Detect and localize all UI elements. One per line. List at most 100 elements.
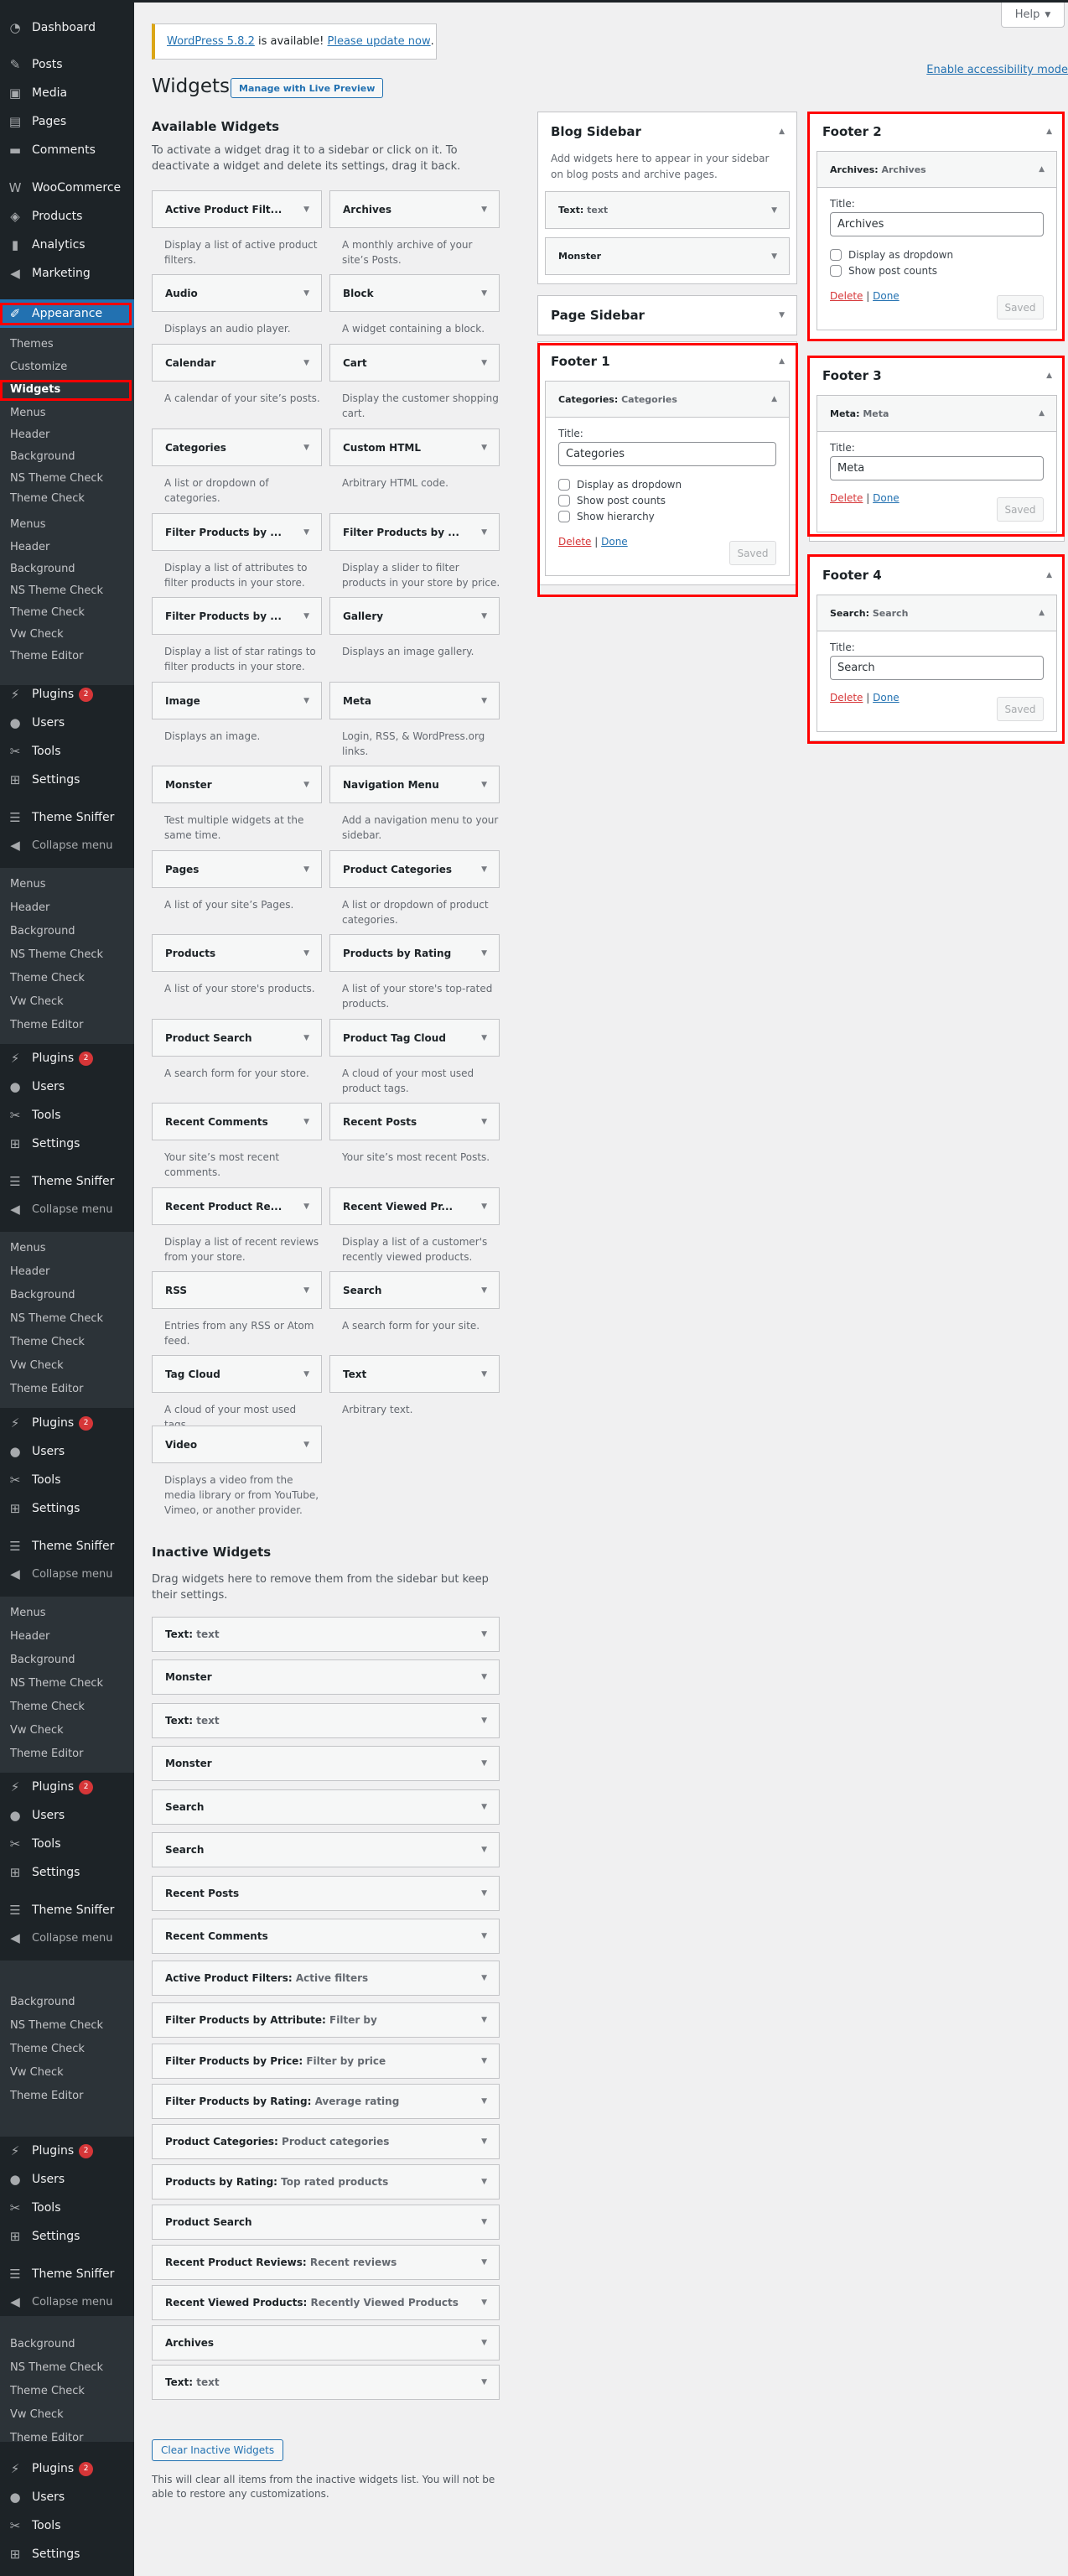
widget-header[interactable]: Text: text ▼ <box>546 192 789 228</box>
sidebar-item-theme-sniffer[interactable]: ☰ Theme Sniffer <box>0 803 134 832</box>
submenu-item-header[interactable]: Header <box>0 896 134 918</box>
submenu-item-theme-editor[interactable]: Theme Editor <box>0 645 134 667</box>
submenu-item-ns-theme-check[interactable]: NS Theme Check <box>0 943 134 965</box>
submenu-item-background[interactable]: Background <box>0 558 134 579</box>
submenu-item-theme-editor[interactable]: Theme Editor <box>0 2085 134 2106</box>
done-link[interactable]: Done <box>873 692 900 704</box>
sidebar-item-plugins[interactable]: ⚡ Plugins 2 <box>0 1773 134 1801</box>
display-as-dropdown-option[interactable]: Display as dropdown <box>558 476 776 492</box>
submenu-item-theme-check[interactable]: Theme Check <box>0 2380 134 2402</box>
available-widget[interactable]: Product Categories ▼ <box>329 850 500 888</box>
available-widget[interactable]: Active Product Filt... ▼ <box>152 190 322 228</box>
inactive-widget[interactable]: Monster ▼ <box>152 1659 500 1695</box>
checkbox[interactable] <box>558 478 570 491</box>
sidebar-item-tools[interactable]: ✂ Tools <box>0 2511 134 2540</box>
inactive-widget[interactable]: Filter Products by Rating: Average ratin… <box>152 2084 500 2119</box>
sidebar-item-collapse[interactable]: ◀ Collapse menu <box>0 2288 134 2316</box>
sidebar-item-settings[interactable]: ⊞ Settings <box>0 1858 134 1887</box>
available-widget[interactable]: Categories ▼ <box>152 428 322 466</box>
available-widget[interactable]: Filter Products by ... ▼ <box>152 513 322 551</box>
area-header[interactable]: Footer 2 ▲ <box>810 112 1064 151</box>
sidebar-item-products[interactable]: ◈ Products <box>0 202 134 231</box>
submenu-item-background[interactable]: Background <box>0 1649 134 1670</box>
saved-button[interactable]: Saved <box>997 697 1044 721</box>
sidebar-item-users[interactable]: ● Users <box>0 2483 134 2511</box>
available-widget[interactable]: Video ▼ <box>152 1426 322 1463</box>
available-widget[interactable]: Recent Product Re... ▼ <box>152 1187 322 1225</box>
inactive-widget[interactable]: Recent Product Reviews: Recent reviews ▼ <box>152 2245 500 2280</box>
submenu-item-ns-theme-check[interactable]: NS Theme Check <box>0 467 134 489</box>
submenu-item-ns-theme-check[interactable]: NS Theme Check <box>0 1307 134 1329</box>
sidebar-item-plugins[interactable]: ⚡ Plugins 2 <box>0 680 134 709</box>
inactive-widget[interactable]: Recent Posts ▼ <box>152 1876 500 1911</box>
checkbox[interactable] <box>558 494 570 506</box>
inactive-widget[interactable]: Filter Products by Attribute: Filter by ▼ <box>152 2002 500 2038</box>
manage-live-preview-button[interactable]: Manage with Live Preview <box>231 78 384 98</box>
sidebar-item-tools[interactable]: ✂ Tools <box>0 1101 134 1130</box>
submenu-item-menus[interactable]: Menus <box>0 513 134 535</box>
sidebar-item-appearance[interactable]: ✐ Appearance <box>0 299 134 328</box>
submenu-item-background[interactable]: Background <box>0 1991 134 2012</box>
inactive-widget[interactable]: Product Categories: Product categories ▼ <box>152 2124 500 2159</box>
available-widget[interactable]: Monster ▼ <box>152 766 322 803</box>
inactive-widget[interactable]: Archives ▼ <box>152 2325 500 2360</box>
sidebar-item-users[interactable]: ● Users <box>0 1072 134 1101</box>
inactive-widget[interactable]: Search ▼ <box>152 1832 500 1867</box>
submenu-item-theme-editor[interactable]: Theme Editor <box>0 2427 134 2449</box>
widget-header[interactable]: Meta: Meta ▲ <box>817 396 1056 432</box>
submenu-item-vw-check[interactable]: Vw Check <box>0 1354 134 1376</box>
title-input[interactable] <box>830 212 1044 236</box>
wordpress-version-link[interactable]: WordPress 5.8.2 <box>167 35 255 48</box>
checkbox[interactable] <box>558 510 570 522</box>
available-widget[interactable]: Custom HTML ▼ <box>329 428 500 466</box>
available-widget[interactable]: Pages ▼ <box>152 850 322 888</box>
inactive-widget[interactable]: Search ▼ <box>152 1789 500 1825</box>
done-link[interactable]: Done <box>873 290 900 302</box>
delete-link[interactable]: Delete <box>830 290 863 302</box>
area-header[interactable]: Blog Sidebar ▲ <box>538 112 796 151</box>
submenu-item-theme-editor[interactable]: Theme Editor <box>0 1378 134 1400</box>
submenu-item-theme-check[interactable]: Theme Check <box>0 2038 134 2059</box>
available-widget[interactable]: Products by Rating ▼ <box>329 934 500 972</box>
sidebar-item-tools[interactable]: ✂ Tools <box>0 1466 134 1494</box>
sidebar-item-tools[interactable]: ✂ Tools <box>0 1830 134 1858</box>
available-widget[interactable]: Recent Comments ▼ <box>152 1103 322 1140</box>
submenu-item-vw-check[interactable]: Vw Check <box>0 2403 134 2425</box>
inactive-widget[interactable]: Recent Comments ▼ <box>152 1919 500 1954</box>
widget-header[interactable]: Archives: Archives ▲ <box>817 152 1056 188</box>
submenu-item-header[interactable]: Header <box>0 1625 134 1647</box>
inactive-widget[interactable]: Active Product Filters: Active filters ▼ <box>152 1961 500 1996</box>
show-post-counts-option[interactable]: Show post counts <box>830 262 1044 278</box>
show-hierarchy-option[interactable]: Show hierarchy <box>558 508 776 524</box>
sidebar-item-theme-sniffer[interactable]: ☰ Theme Sniffer <box>0 1896 134 1924</box>
submenu-item-menus[interactable]: Menus <box>0 1237 134 1259</box>
submenu-item-menus[interactable]: Menus <box>0 402 134 423</box>
saved-button[interactable]: Saved <box>997 295 1044 319</box>
sidebar-widget[interactable]: Monster ▼ <box>545 237 790 275</box>
submenu-item-ns-theme-check[interactable]: NS Theme Check <box>0 2356 134 2378</box>
submenu-item-customize[interactable]: Customize <box>0 356 134 377</box>
inactive-widget[interactable]: Recent Viewed Products: Recently Viewed … <box>152 2285 500 2320</box>
sidebar-item-plugins[interactable]: ⚡ Plugins 2 <box>0 2454 134 2483</box>
widget-header[interactable]: Categories: Categories ▲ <box>546 382 789 418</box>
available-widget[interactable]: Products ▼ <box>152 934 322 972</box>
sidebar-item-theme-sniffer[interactable]: ☰ Theme Sniffer <box>0 2260 134 2288</box>
submenu-item-header[interactable]: Header <box>0 423 134 445</box>
inactive-widget[interactable]: Text: text ▼ <box>152 2365 500 2400</box>
sidebar-widget[interactable]: Text: text ▼ <box>545 191 790 229</box>
checkbox[interactable] <box>830 264 842 277</box>
available-widget[interactable]: Archives ▼ <box>329 190 500 228</box>
submenu-item-background[interactable]: Background <box>0 1284 134 1306</box>
available-widget[interactable]: Audio ▼ <box>152 274 322 312</box>
sidebar-item-plugins[interactable]: ⚡ Plugins 2 <box>0 2137 134 2165</box>
submenu-item-header[interactable]: Header <box>0 1260 134 1282</box>
help-button[interactable]: Help ▼ <box>1001 3 1065 28</box>
submenu-item-header[interactable]: Header <box>0 536 134 558</box>
title-input[interactable] <box>830 456 1044 480</box>
sidebar-item-settings[interactable]: ⊞ Settings <box>0 2540 134 2568</box>
title-input[interactable] <box>830 656 1044 680</box>
submenu-item-theme-check[interactable]: Theme Check <box>0 1331 134 1353</box>
sidebar-item-settings[interactable]: ⊞ Settings <box>0 1130 134 1158</box>
inactive-widget[interactable]: Product Search ▼ <box>152 2205 500 2240</box>
update-now-link[interactable]: Please update now <box>328 35 431 48</box>
